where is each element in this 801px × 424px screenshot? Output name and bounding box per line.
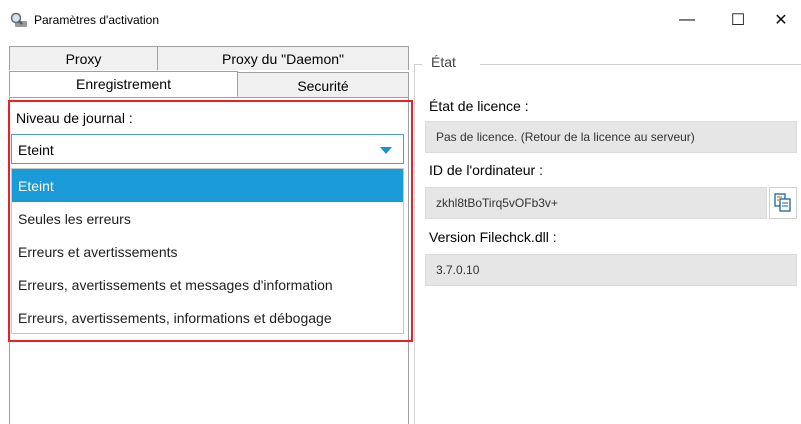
computer-id-value: zkhl8tBoTirq5vOFb3v+ bbox=[436, 196, 558, 210]
version-value: 3.7.0.10 bbox=[436, 263, 480, 277]
log-level-dropdown: Eteint Seules les erreurs Erreurs et ave… bbox=[11, 168, 404, 334]
window-title: Paramètres d'activation bbox=[34, 13, 160, 27]
group-border-top-right bbox=[480, 64, 801, 65]
chevron-down-icon[interactable] bbox=[380, 147, 392, 154]
copy-icon bbox=[774, 193, 791, 212]
tab-proxy-daemon[interactable]: Proxy du "Daemon" bbox=[157, 46, 409, 70]
license-value: Pas de licence. (Retour de la licence au… bbox=[436, 130, 695, 144]
tab-enregistrement[interactable]: Enregistrement bbox=[9, 71, 238, 97]
version-label: Version Filechck.dll : bbox=[429, 229, 557, 245]
log-level-label: Niveau de journal : bbox=[16, 110, 133, 126]
group-border-top-left bbox=[414, 64, 422, 65]
minimize-button[interactable]: — bbox=[664, 0, 710, 40]
maximize-button[interactable]: ☐ bbox=[715, 0, 761, 40]
computer-id-label: ID de l'ordinateur : bbox=[429, 162, 543, 178]
license-label: État de licence : bbox=[429, 98, 529, 114]
state-group-title: État bbox=[428, 54, 459, 70]
version-field: 3.7.0.10 bbox=[425, 254, 797, 286]
app-magnifier-icon bbox=[10, 12, 27, 27]
close-button[interactable]: ✕ bbox=[758, 0, 801, 40]
log-level-value: Eteint bbox=[18, 142, 54, 158]
log-option-errors-warnings[interactable]: Erreurs et avertissements bbox=[12, 235, 403, 268]
log-level-select[interactable]: Eteint bbox=[11, 134, 404, 164]
tab-securite[interactable]: Securité bbox=[237, 72, 409, 98]
license-field: Pas de licence. (Retour de la licence au… bbox=[425, 121, 797, 153]
copy-button[interactable] bbox=[769, 187, 797, 219]
computer-id-field[interactable]: zkhl8tBoTirq5vOFb3v+ bbox=[425, 187, 767, 219]
group-border-left bbox=[414, 64, 415, 424]
log-option-errors[interactable]: Seules les erreurs bbox=[12, 202, 403, 235]
title-bar: Paramètres d'activation — ☐ ✕ bbox=[0, 0, 801, 40]
tab-proxy[interactable]: Proxy bbox=[9, 46, 158, 70]
log-option-eteint[interactable]: Eteint bbox=[12, 169, 403, 202]
log-option-errors-warnings-info-debug[interactable]: Erreurs, avertissements, informations et… bbox=[12, 301, 403, 334]
log-option-errors-warnings-info[interactable]: Erreurs, avertissements et messages d'in… bbox=[12, 268, 403, 301]
